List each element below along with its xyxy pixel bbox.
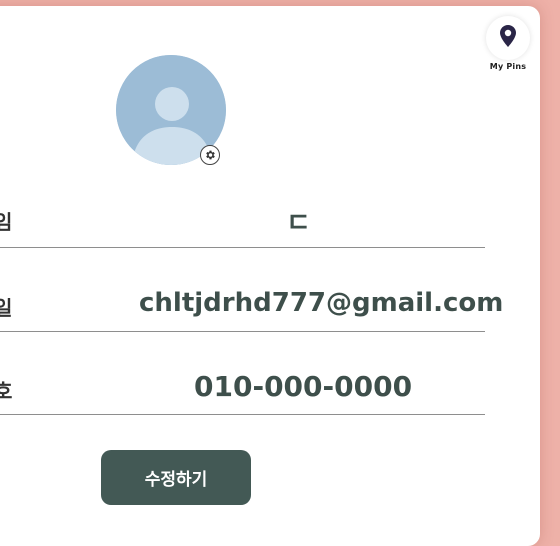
- my-pins-button[interactable]: [486, 16, 530, 60]
- my-pins-label: My Pins: [489, 62, 527, 71]
- name-label: 임: [0, 210, 13, 234]
- divider: [0, 331, 485, 332]
- map-pin-icon: [500, 25, 516, 51]
- divider: [0, 414, 485, 415]
- name-value: ㄷ: [286, 208, 311, 239]
- email-value: chltjdrhd777@gmail.com: [139, 288, 504, 318]
- edit-profile-button[interactable]: 수정하기: [101, 450, 251, 505]
- divider: [0, 247, 485, 248]
- phone-label: 호: [0, 379, 13, 403]
- profile-card: [0, 6, 540, 546]
- avatar-settings-button[interactable]: [200, 145, 220, 165]
- gear-icon: [204, 146, 216, 165]
- phone-value: 010-000-0000: [194, 370, 413, 403]
- email-label: 일: [0, 296, 13, 320]
